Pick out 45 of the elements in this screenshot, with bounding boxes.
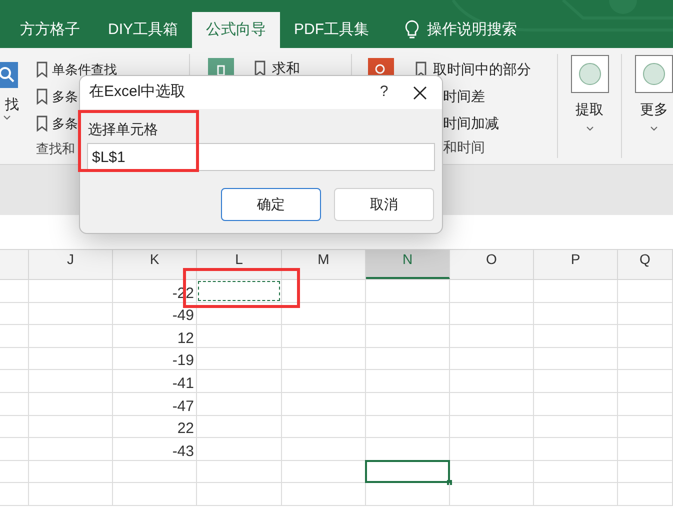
column-header[interactable]: N — [366, 250, 450, 279]
table-cell: 22 — [177, 421, 194, 436]
chevron-icon — [650, 126, 658, 131]
table-cell: -49 — [172, 308, 194, 324]
dialog-title: 在Excel中选取 — [89, 82, 187, 102]
ribbon-item[interactable]: 取时间中的部分 — [415, 56, 531, 83]
ribbon-large-button[interactable]: 提取 — [570, 54, 608, 158]
table-cell: 12 — [177, 330, 194, 346]
help-search-button[interactable]: 操作说明搜索 — [427, 18, 518, 42]
column-header[interactable]: O — [450, 250, 534, 279]
ribbon-item[interactable]: 时间差 — [415, 83, 531, 110]
ribbon-tab[interactable]: DIY工具箱 — [94, 12, 192, 48]
help-button[interactable]: ? — [366, 81, 402, 104]
close-icon — [413, 86, 427, 100]
ribbon-item[interactable]: 时间加减 — [415, 110, 531, 137]
bookmark-icon — [36, 61, 48, 78]
find-button[interactable]: 找 — [0, 54, 18, 138]
bookmark-icon — [415, 61, 427, 78]
column-header[interactable]: L — [197, 250, 282, 279]
column-header[interactable]: P — [534, 250, 618, 279]
ribbon-large-button[interactable]: 更多 — [635, 54, 673, 158]
chevron-icon — [586, 126, 594, 131]
group-label: 和时间 — [443, 138, 485, 157]
table-cell: -47 — [172, 398, 194, 414]
ribbon-tab[interactable]: 方方格子 — [6, 12, 94, 48]
column-header[interactable]: J — [29, 250, 113, 279]
ribbon-item[interactable]: 求和 — [254, 58, 300, 78]
ribbon-item[interactable]: 单条件查找 — [36, 56, 117, 83]
table-cell: -41 — [172, 376, 194, 391]
group-label: 查找和 — [36, 140, 75, 158]
dialog-button[interactable]: 取消 — [334, 188, 434, 221]
table-cell: -43 — [172, 444, 194, 459]
column-header[interactable]: K — [113, 250, 197, 279]
bookmark-icon — [36, 88, 48, 105]
bookmark-icon — [254, 60, 266, 76]
cell-reference-field[interactable]: $L$1 — [87, 143, 435, 171]
ribbon-tab[interactable]: PDF工具集 — [280, 12, 384, 48]
dialog-button[interactable]: 确定 — [221, 188, 321, 221]
field-label: 选择单元格 — [88, 120, 158, 139]
chevron-icon — [3, 115, 11, 120]
table-cell: -19 — [172, 353, 194, 368]
bookmark-icon — [36, 115, 48, 132]
column-header[interactable]: Q — [618, 250, 673, 279]
lightbulb-icon — [405, 20, 420, 40]
ribbon-tab[interactable]: 公式向导 — [192, 12, 280, 48]
